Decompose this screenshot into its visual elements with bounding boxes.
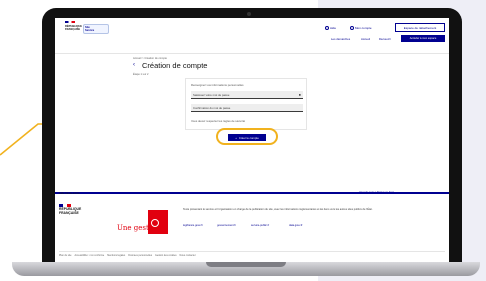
footer-top-links[interactable]: Aide Nous écrire [59, 191, 80, 195]
password-helper: Vous devez respecter les règles de sécur… [191, 119, 246, 123]
back-to-top-link[interactable]: Haut de page / Retour en haut [359, 191, 394, 194]
laptop-base [12, 262, 480, 276]
page-title: Création de compte [142, 61, 208, 70]
help-icon [325, 25, 329, 30]
tool-label: Aide [330, 25, 337, 30]
site-footer: Aide Nous écrire Haut de page / Retour e… [55, 191, 449, 262]
bottom-link[interactable]: Accessibilité : non conforme [75, 254, 105, 257]
user-icon [350, 25, 354, 30]
marianne-flag-icon [65, 21, 75, 23]
gov-logo-mark-icon [151, 219, 159, 227]
espace-button[interactable]: Espace de rattachement [395, 23, 445, 32]
step-indicator: Étape 1 sur 2 [133, 73, 149, 76]
bottom-link[interactable]: Plan du site [59, 254, 72, 257]
tool-aide[interactable]: Aide [325, 24, 336, 31]
service-logo-bottom: Service [85, 29, 95, 32]
bottom-link[interactable]: Gestion des cookies [155, 254, 177, 257]
canvas: RÉPUBLIQUE FRANÇAISE Site Service Aide M… [0, 0, 486, 281]
external-link[interactable]: service-public.fr [251, 224, 269, 227]
external-link[interactable]: gouvernement.fr [217, 224, 236, 227]
tool-label: Mon compte [355, 25, 372, 30]
bottom-link[interactable]: Mentions légales [107, 254, 125, 257]
service-logo[interactable]: Site Service [83, 24, 109, 34]
external-link[interactable]: data.gouv.fr [289, 224, 303, 227]
laptop-notch [206, 262, 286, 267]
footer-bottom-links: Plan du site Accessibilité : non conform… [59, 251, 445, 257]
button-highlight-ring [216, 128, 278, 145]
nav-item-accueil[interactable]: Accueil [361, 37, 370, 41]
tool-account[interactable]: Mon compte [350, 24, 372, 31]
bottom-link[interactable]: Données personnelles [128, 254, 152, 257]
camera-icon [247, 12, 251, 16]
breadcrumb[interactable]: Accueil > Création de compte [133, 57, 167, 60]
footer-description: Texte présentant le service et l'organis… [183, 208, 373, 211]
confirm-password-field[interactable]: Confirmation du mot de passe [191, 104, 303, 112]
nav-item-demarches[interactable]: Les démarches [331, 37, 350, 41]
password-placeholder: Saisissez votre mot de passe [193, 93, 230, 97]
screen: RÉPUBLIQUE FRANÇAISE Site Service Aide M… [55, 18, 449, 262]
nav-cta-button[interactable]: Accéder à mon espace [401, 35, 445, 42]
eye-icon[interactable]: ● [299, 92, 301, 97]
confirm-placeholder: Confirmation du mot de passe [193, 106, 231, 110]
back-arrow-icon[interactable]: ‹ [133, 62, 135, 68]
account-form-card: Renseignez vos informations personnelles… [185, 78, 307, 130]
marianne-logo-text: RÉPUBLIQUE FRANÇAISE [65, 25, 83, 31]
bottom-link[interactable]: Nous contacter [180, 254, 196, 257]
external-link[interactable]: legifrance.gouv.fr [183, 224, 203, 227]
nav-item-decouvrir[interactable]: Découvrir [379, 37, 391, 41]
password-field[interactable]: Saisissez votre mot de passe ● [191, 91, 303, 99]
republique-logo-text: RÉPUBLIQUE FRANÇAISE [59, 207, 82, 215]
form-hint: Renseignez vos informations personnelles [191, 83, 244, 87]
site-header: RÉPUBLIQUE FRANÇAISE Site Service Aide M… [55, 18, 449, 54]
gov-logo [148, 210, 168, 234]
laptop-screen-bezel: RÉPUBLIQUE FRANÇAISE Site Service Aide M… [42, 8, 462, 264]
